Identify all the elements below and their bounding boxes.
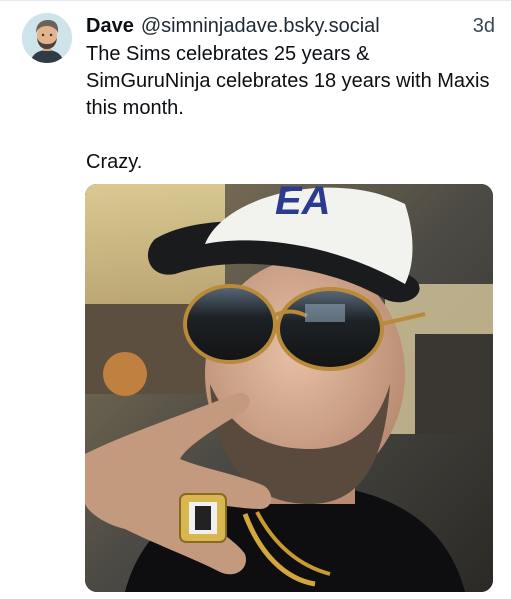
selfie-photo: EA bbox=[85, 184, 493, 592]
avatar[interactable] bbox=[22, 13, 72, 63]
post-text-paragraph: The Sims celebrates 25 years & SimGuruNi… bbox=[86, 43, 490, 119]
cartoon-man-avatar-icon bbox=[22, 13, 72, 63]
author-name[interactable]: Dave bbox=[86, 13, 134, 39]
post-timestamp[interactable]: 3d bbox=[473, 13, 495, 39]
post-header: Dave @simninjadave.bsky.social 3d bbox=[86, 13, 495, 39]
post-card[interactable]: Dave @simninjadave.bsky.social 3d The Si… bbox=[0, 0, 511, 599]
post-text: The Sims celebrates 25 years & SimGuruNi… bbox=[86, 41, 495, 176]
ea-logo: EA bbox=[275, 184, 331, 223]
author-handle[interactable]: @simninjadave.bsky.social bbox=[141, 13, 380, 39]
post-image[interactable]: EA bbox=[85, 184, 493, 592]
post-text-paragraph: Crazy. bbox=[86, 151, 143, 173]
